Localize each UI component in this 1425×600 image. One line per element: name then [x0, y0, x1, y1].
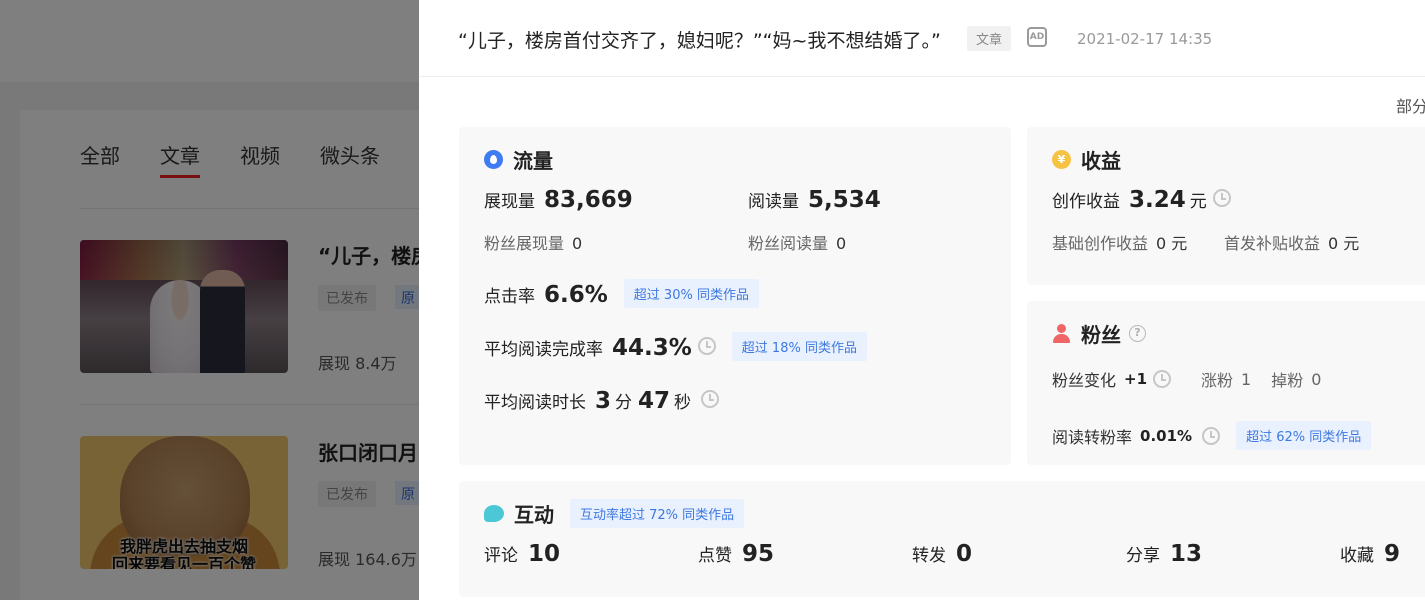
user-icon: [1052, 324, 1071, 343]
fan-loss-value: 0: [1311, 369, 1322, 389]
drop-icon: [484, 150, 503, 169]
fan-gain-value: 1: [1241, 369, 1252, 389]
interaction-header: 互动 互动率超过 72% 同类作品: [484, 499, 745, 528]
publish-time: 2021-02-17 14:35: [1077, 30, 1213, 48]
reads-value: 5,534: [808, 187, 881, 213]
conversion-badge: 超过 62% 同类作品: [1236, 421, 1372, 450]
traffic-header: 流量: [484, 145, 553, 174]
fan-change-value: +1: [1124, 370, 1148, 388]
income-header: ¥ 收益: [1052, 145, 1121, 174]
fans-header: 粉丝 ?: [1052, 319, 1146, 348]
reposts-metric: 转发 0: [912, 541, 973, 567]
interaction-title: 互动: [514, 503, 554, 527]
help-icon[interactable]: ?: [1129, 325, 1146, 342]
clock-icon[interactable]: [1202, 426, 1221, 445]
impressions-metric: 展现量 83,669: [484, 187, 633, 213]
impressions-value: 83,669: [544, 187, 633, 213]
shares-metric: 分享 13: [1126, 541, 1203, 567]
read-to-fan-rate: 阅读转粉率 0.01% 超过 62% 同类作品: [1052, 421, 1372, 450]
interaction-card: 互动 互动率超过 72% 同类作品 评论 10 点赞 95 转发 0 分享 13…: [459, 481, 1425, 597]
coin-icon: ¥: [1052, 150, 1071, 169]
ctr-badge: 超过 30% 同类作品: [623, 279, 759, 308]
content-type-tag: 文章: [967, 26, 1012, 51]
fans-card: 粉丝 ? 粉丝变化 +1 涨粉 1 掉粉 0 阅读转粉率 0.01% 超过 62…: [1027, 301, 1425, 465]
clock-icon[interactable]: [1153, 370, 1172, 388]
drawer-article-title[interactable]: “儿子，楼房首付交齐了，媳妇呢？”“妈~我不想结婚了。”: [458, 26, 941, 53]
reads-metric: 阅读量 5,534: [748, 187, 881, 213]
completion-badge: 超过 18% 同类作品: [731, 332, 867, 361]
clock-icon[interactable]: [701, 390, 720, 408]
fan-impressions: 粉丝展现量 0: [484, 234, 583, 253]
drawer-header: “儿子，楼房首付交齐了，媳妇呢？”“妈~我不想结婚了。” 文章 AD 2021-…: [419, 0, 1425, 77]
ad-icon: AD: [1027, 27, 1047, 47]
income-card: ¥ 收益 创作收益 3.24 元 基础创作收益 0 元 首发补贴收益 0 元: [1027, 127, 1425, 285]
duration-seconds: 47: [638, 388, 671, 414]
clock-icon[interactable]: [1212, 189, 1231, 207]
traffic-card: 流量 展现量 83,669 阅读量 5,534 粉丝展现量 0 粉丝阅读量 0 点击…: [459, 127, 1011, 465]
creation-income-value: 3.24: [1129, 187, 1186, 213]
comments-metric: 评论 10: [484, 541, 561, 567]
duration-minutes: 3: [595, 388, 612, 414]
duration-metric: 平均阅读时长 3 分 47 秒: [484, 388, 720, 414]
first-publish-income: 首发补贴收益 0 元: [1224, 234, 1360, 253]
fan-change: 粉丝变化 +1 涨粉 1 掉粉 0: [1052, 369, 1322, 391]
completion-metric: 平均阅读完成率 44.3% 超过 18% 同类作品: [484, 332, 867, 364]
interaction-badge: 互动率超过 72% 同类作品: [570, 499, 745, 528]
income-title: 收益: [1081, 149, 1121, 173]
fan-reads: 粉丝阅读量 0: [748, 234, 847, 253]
favorites-metric: 收藏 9: [1340, 541, 1401, 567]
chat-icon: [484, 505, 504, 522]
fans-title: 粉丝: [1081, 323, 1121, 347]
conversion-value: 0.01%: [1140, 426, 1193, 445]
ctr-metric: 点击率 6.6% 超过 30% 同类作品: [484, 279, 759, 311]
article-stats-drawer: “儿子，楼房首付交齐了，媳妇呢？”“妈~我不想结婚了。” 文章 AD 2021-…: [419, 0, 1425, 600]
likes-metric: 点赞 95: [698, 541, 775, 567]
partial-data-note: 部分: [1396, 97, 1425, 116]
traffic-title: 流量: [513, 149, 553, 173]
base-income: 基础创作收益 0 元: [1052, 234, 1188, 253]
creation-income-metric: 创作收益 3.24 元: [1052, 187, 1231, 213]
clock-icon[interactable]: [697, 337, 716, 355]
completion-value: 44.3%: [612, 335, 692, 361]
ctr-value: 6.6%: [544, 282, 608, 308]
